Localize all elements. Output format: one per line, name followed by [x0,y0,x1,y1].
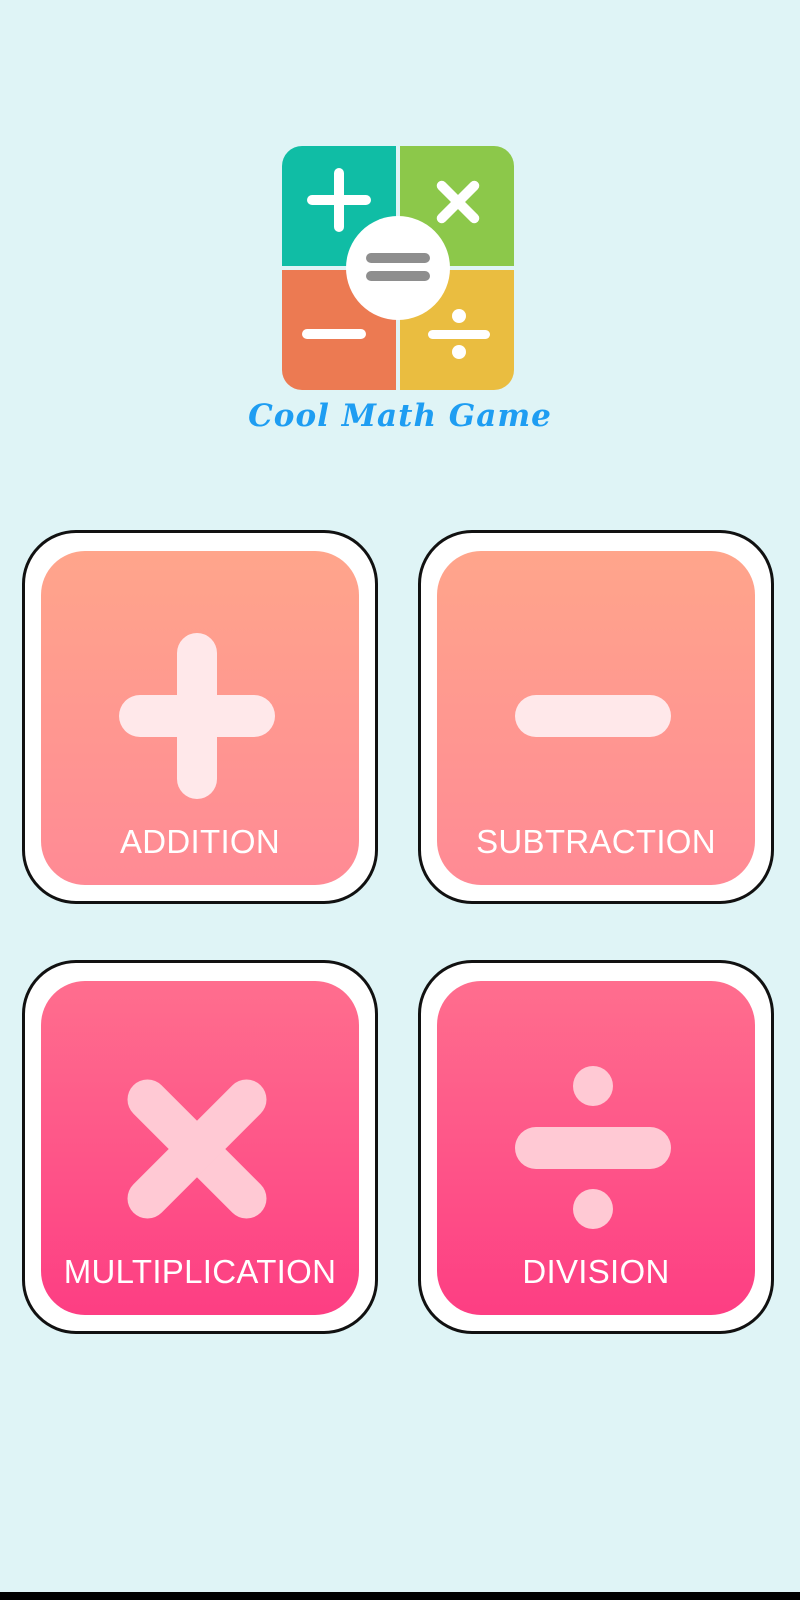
division-label: DIVISION [522,1253,670,1290]
multiplication-card-face: MULTIPLICATION [41,981,359,1315]
addition-label: ADDITION [119,823,281,860]
math-operators-logo-icon [282,146,514,390]
plus-icon [119,633,275,799]
division-button[interactable]: DIVISION [418,960,774,1334]
minus-icon [515,695,671,737]
multiplication-button[interactable]: MULTIPLICATION [22,960,378,1334]
subtraction-button[interactable]: SUBTRACTION [418,530,774,904]
addition-card-face: ADDITION [41,551,359,885]
multiply-icon [127,1079,267,1219]
system-bottom-bar [0,1592,800,1600]
app-title: Cool Math Game [248,398,552,434]
app-logo [282,146,514,390]
addition-button[interactable]: ADDITION [22,530,378,904]
divide-icon [515,1066,671,1229]
subtraction-card-face: SUBTRACTION [437,551,755,885]
subtraction-label: SUBTRACTION [476,823,716,860]
division-card-face: DIVISION [437,981,755,1315]
multiplication-label: MULTIPLICATION [63,1253,337,1290]
